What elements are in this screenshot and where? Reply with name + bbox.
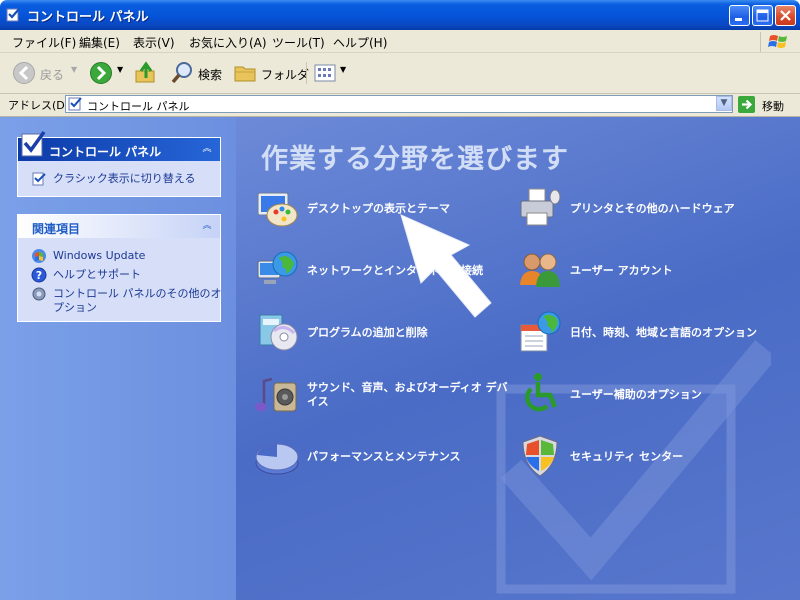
forward-arrow-icon [90,62,112,84]
menu-favorites[interactable]: お気に入り(A) [189,34,267,51]
category-security-center[interactable]: セキュリティ センター [517,433,757,481]
security-center-icon [522,435,558,477]
control-panel-panel-title: コントロール パネル [49,145,162,159]
related-topics-title: 関連項目 [32,222,81,236]
collapse-chevron-icon[interactable]: ︽ [200,143,214,157]
category-label-line1: サウンド、音声、およびオーディオ デバ [307,381,508,394]
desktop-themes-icon [257,192,298,227]
other-options-link-line1: コントロール パネルのその他のオ [53,287,222,300]
pointer-arrow-annotation [400,214,492,318]
title-bar[interactable]: コントロール パネル [0,0,800,30]
back-label: 戻る [40,68,65,82]
switch-view-icon [32,172,46,186]
menu-help[interactable]: ヘルプ(H) [333,34,387,51]
svg-text:?: ? [36,269,42,282]
task-pane: コントロール パネル ︽ クラシック表示に切り替える 関連項目 ︽ Window… [0,117,236,600]
category-accessibility[interactable]: ユーザー補助のオプション [517,371,757,419]
back-arrow-icon [13,62,35,84]
help-support-link[interactable]: ヘルプとサポート [53,268,141,282]
minimize-button[interactable] [729,5,750,26]
search-icon [171,62,192,84]
address-label: アドレス(D) [8,99,70,112]
menu-edit[interactable]: 編集(E) [79,34,120,51]
minimize-icon [735,18,742,21]
forward-dropdown-icon[interactable]: ▼ [117,65,123,74]
printer-hardware-icon [520,188,561,226]
maximize-icon [756,9,769,22]
category-label: プリンタとその他のハードウェア [570,202,735,215]
toolbar: 戻る ▼ ▼ 検索 フォルダ ▼ [0,53,800,94]
category-user-accounts[interactable]: ユーザー アカウント [517,247,757,295]
menu-view[interactable]: 表示(V) [133,34,175,51]
control-panel-icon [6,8,20,22]
accessibility-icon [525,373,558,412]
views-icon [314,64,336,82]
other-options-gear-icon [32,287,46,301]
category-sound-audio[interactable]: サウンド、音声、およびオーディオ デバ イス [254,371,508,419]
windows-update-icon [32,249,46,263]
toolbar-separator [306,62,307,84]
network-internet-icon [257,251,298,284]
category-label: セキュリティ センター [570,450,684,463]
other-options-link-line2: プション [53,301,97,314]
performance-maintenance-icon [255,443,299,475]
go-arrow-icon [738,96,755,113]
other-options-link[interactable]: コントロール パネルのその他のオ プション [53,287,222,315]
related-topics-header[interactable]: 関連項目 ︽ [18,215,220,238]
maximize-button[interactable] [752,5,773,26]
folders-button[interactable]: フォルダ [233,59,309,87]
folder-icon [234,66,256,82]
category-label: ユーザー アカウント [570,264,673,277]
back-dropdown-icon[interactable]: ▼ [71,65,77,74]
address-value: コントロール パネル [87,100,190,113]
control-panel-panel-header[interactable]: コントロール パネル ︽ [18,130,220,161]
close-button[interactable] [775,5,796,26]
address-dropdown-button[interactable]: ▼ [716,96,732,111]
help-support-icon: ? [31,267,47,283]
menu-file[interactable]: ファイル(F) [12,34,76,51]
go-button[interactable]: 移動 [738,95,794,114]
address-input[interactable]: コントロール パネル ▼ [65,95,733,113]
sound-audio-icon [255,377,297,412]
page-title: 作業する分野を選びます [261,144,569,175]
control-panel-large-icon [21,130,46,157]
date-time-language-icon [520,311,561,352]
category-date-time-language[interactable]: 日付、時刻、地域と言語のオプション [517,309,787,357]
up-folder-button[interactable] [133,59,161,87]
go-label: 移動 [762,100,784,113]
control-panel-panel: コントロール パネル ︽ クラシック表示に切り替える [17,130,221,197]
category-label: パフォーマンスとメンテナンス [307,450,461,463]
user-accounts-icon [520,253,560,287]
up-folder-icon [135,61,155,83]
search-button[interactable]: 検索 [170,59,228,87]
views-button[interactable]: ▼ [313,61,349,85]
category-label: サウンド、音声、およびオーディオ デバ イス [307,381,508,409]
views-dropdown-icon[interactable]: ▼ [340,65,346,74]
category-view: 作業する分野を選びます デスクトップの表示とテーマ ネットワークとインターネット… [236,117,800,600]
category-label-line2: イス [307,395,329,408]
related-topics-panel: 関連項目 ︽ Windows Update ? ヘルプとサポート コントロール … [17,214,222,322]
category-printers-hardware[interactable]: プリンタとその他のハードウェア [517,185,787,233]
menu-bar: ファイル(F) 編集(E) 表示(V) お気に入り(A) ツール(T) ヘルプ(… [0,30,800,53]
search-label: 検索 [198,68,223,82]
window-title: コントロール パネル [27,10,149,25]
windows-logo-icon [760,32,799,52]
close-icon [780,10,791,21]
category-label: ユーザー補助のオプション [570,388,702,401]
category-performance-maintenance[interactable]: パフォーマンスとメンテナンス [254,433,494,481]
classic-view-link[interactable]: クラシック表示に切り替える [53,172,195,186]
forward-button[interactable]: ▼ [86,60,128,86]
category-label: 日付、時刻、地域と言語のオプション [570,326,757,339]
folders-label: フォルダ [261,68,310,82]
menu-tools[interactable]: ツール(T) [272,34,325,51]
collapse-chevron-icon[interactable]: ︽ [200,220,214,234]
back-button[interactable]: 戻る [8,60,78,86]
address-bar: アドレス(D) コントロール パネル ▼ 移動 [0,94,800,117]
windows-update-link[interactable]: Windows Update [53,249,145,263]
control-panel-small-icon [68,97,82,111]
add-remove-programs-icon [259,314,298,351]
